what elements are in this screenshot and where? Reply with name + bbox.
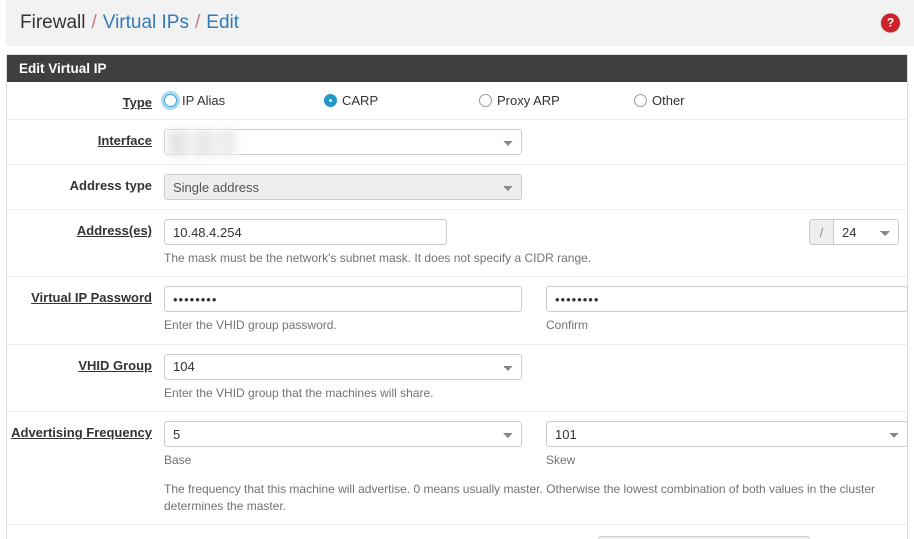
- form-row-vhid-group: VHID Group 104 Enter the VHID group that…: [7, 345, 907, 413]
- vip-password-input[interactable]: [164, 286, 522, 313]
- vhid-group-help-text: Enter the VHID group that the machines w…: [164, 385, 434, 400]
- field-address-type: Single address: [164, 174, 907, 200]
- cidr-prefix-addon: /: [809, 219, 833, 245]
- vip-password-confirm-col: Confirm: [546, 286, 908, 334]
- vip-password-confirm-input[interactable]: [546, 286, 908, 313]
- field-vip-password: Enter the VHID group password. Confirm: [164, 286, 914, 334]
- radio-label-other: Other: [652, 93, 685, 108]
- field-addresses: / 24 The mask must be the network's subn…: [164, 219, 907, 267]
- label-vip-password: Virtual IP Password: [7, 286, 164, 305]
- radio-indicator-ip-alias[interactable]: [164, 94, 177, 107]
- address-type-select[interactable]: Single address: [164, 174, 522, 200]
- vip-password-row: Enter the VHID group password. Confirm: [164, 286, 908, 334]
- radio-indicator-other[interactable]: [634, 94, 647, 107]
- radio-indicator-carp[interactable]: [324, 94, 337, 107]
- breadcrumb-separator-1: /: [91, 12, 97, 33]
- panel-heading: Edit Virtual IP: [7, 55, 907, 82]
- carp-mode-radio-group: Multicast Unicast: [164, 534, 899, 539]
- cidr-mask-select[interactable]: 24: [833, 219, 899, 245]
- field-type: IP Alias CARP Proxy ARP Other: [164, 91, 907, 108]
- label-advertising-frequency: Advertising Frequency: [7, 421, 164, 440]
- breadcrumb-bar: Firewall / Virtual IPs / Edit ?: [6, 0, 914, 46]
- label-vhid-group-text: VHID Group: [78, 357, 152, 373]
- interface-select[interactable]: [164, 129, 522, 155]
- field-interface: [164, 129, 907, 156]
- label-vhid-group: VHID Group: [7, 354, 164, 373]
- advertising-skew-help-text: Skew: [546, 453, 576, 468]
- field-vhid-group: 104 Enter the VHID group that the machin…: [164, 353, 907, 402]
- addresses-help-text: The mask must be the network's subnet ma…: [164, 251, 592, 265]
- vhid-group-select[interactable]: 104: [164, 353, 522, 380]
- addresses-input-row: / 24: [164, 219, 899, 245]
- breadcrumb-link-edit[interactable]: Edit: [206, 12, 239, 34]
- radio-type-proxy-arp[interactable]: Proxy ARP: [479, 93, 634, 108]
- cidr-input-group: / 24: [809, 219, 899, 245]
- label-addresses: Address(es): [7, 219, 164, 238]
- field-carp-mode: Multicast Unicast: [164, 534, 907, 539]
- label-type-text: Type: [122, 95, 152, 110]
- radio-label-proxy-arp: Proxy ARP: [497, 93, 560, 108]
- advertising-skew-select[interactable]: 101: [546, 421, 908, 448]
- advertising-base-select[interactable]: 5: [164, 421, 522, 448]
- label-interface: Interface: [7, 129, 164, 148]
- radio-type-carp[interactable]: CARP: [324, 93, 479, 108]
- form-row-vip-password: Virtual IP Password Enter the VHID group…: [7, 277, 908, 345]
- label-interface-text: Interface: [97, 133, 152, 148]
- breadcrumb-root: Firewall: [20, 12, 86, 33]
- radio-type-ip-alias[interactable]: IP Alias: [164, 93, 324, 108]
- type-radio-group: IP Alias CARP Proxy ARP Other: [164, 91, 899, 108]
- vip-password-col: Enter the VHID group password.: [164, 286, 524, 334]
- radio-indicator-proxy-arp[interactable]: [479, 94, 492, 107]
- radio-type-other[interactable]: Other: [634, 93, 685, 108]
- advertising-skew-col: 101 Skew: [546, 421, 908, 469]
- label-vip-password-text: Virtual IP Password: [31, 290, 152, 306]
- radio-label-carp: CARP: [342, 93, 379, 108]
- label-addresses-text: Address(es): [76, 223, 152, 238]
- form-row-interface: Interface: [7, 120, 907, 165]
- vip-password-help-text: Enter the VHID group password.: [164, 318, 337, 333]
- label-address-type: Address type: [7, 174, 164, 193]
- breadcrumb-link-virtual-ips[interactable]: Virtual IPs: [103, 12, 189, 34]
- form-row-addresses: Address(es) / 24 The mask must be the ne…: [7, 210, 907, 278]
- form-row-advertising-frequency: Advertising Frequency 5 Base 101 Skew Th…: [7, 412, 908, 526]
- label-advertising-frequency-text: Advertising Frequency: [11, 425, 152, 441]
- help-icon[interactable]: ?: [881, 13, 900, 33]
- field-advertising-frequency: 5 Base 101 Skew The frequency that this …: [164, 421, 914, 515]
- form-row-carp-mode: CARP Mode Multicast Unicast: [7, 525, 907, 539]
- advertising-frequency-help-text: The frequency that this machine will adv…: [164, 481, 876, 513]
- panel-body: Type IP Alias CARP Proxy ARP Other Inter…: [7, 82, 908, 539]
- form-row-address-type: Address type Single address: [7, 165, 907, 210]
- advertising-base-col: 5 Base: [164, 421, 524, 469]
- label-type: Type: [7, 91, 164, 110]
- address-input[interactable]: [164, 219, 447, 245]
- label-address-type-text: Address type: [69, 178, 152, 193]
- form-row-type: Type IP Alias CARP Proxy ARP Other: [7, 82, 907, 120]
- breadcrumb-separator-2: /: [194, 12, 201, 33]
- vip-password-confirm-help-text: Confirm: [546, 318, 589, 333]
- edit-virtual-ip-panel: Edit Virtual IP Type IP Alias CARP Proxy…: [6, 54, 908, 539]
- label-carp-mode: CARP Mode: [7, 534, 164, 539]
- advertising-frequency-row: 5 Base 101 Skew: [164, 421, 908, 469]
- breadcrumb: Firewall / Virtual IPs / Edit: [20, 12, 239, 34]
- advertising-base-help-text: Base: [164, 453, 192, 468]
- radio-label-ip-alias: IP Alias: [182, 93, 226, 108]
